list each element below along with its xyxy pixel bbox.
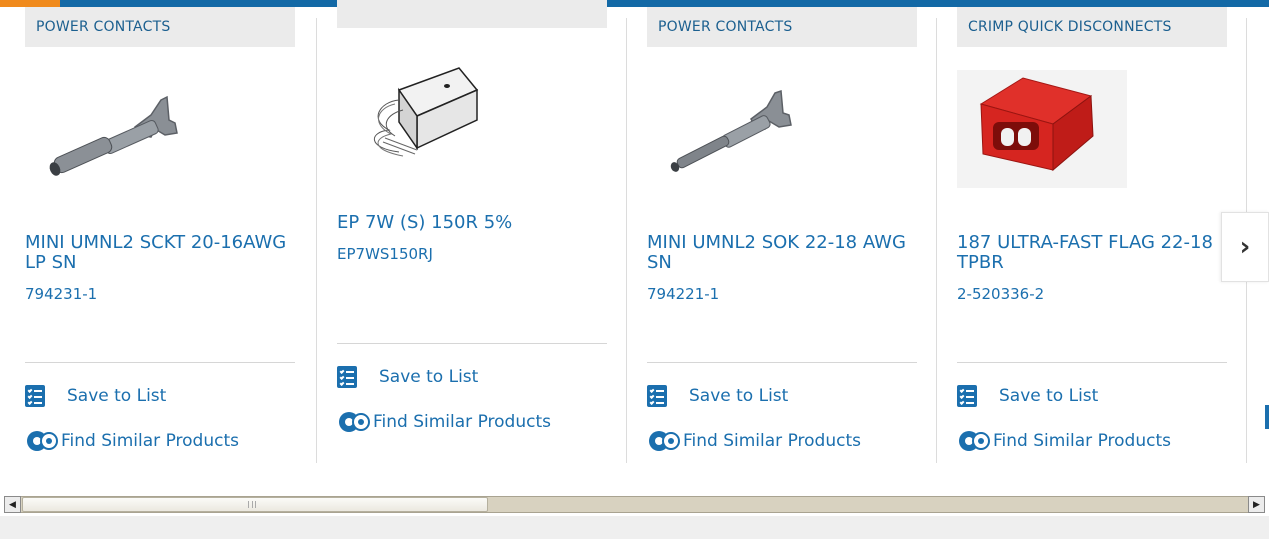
product-title[interactable]: 187 ULTRA-FAST FLAG 22-18 TPBR [957,233,1227,273]
scrollbar-thumb[interactable] [22,497,488,512]
find-similar-products-button[interactable]: Find Similar Products [25,430,239,452]
save-to-list-label: Save to List [689,386,789,406]
card-divider [25,362,295,363]
find-similar-products-button[interactable]: Find Similar Products [957,430,1171,452]
product-card: POWER CONTACTS MINI UMNL2 SOK 22-18 AWG … [647,0,919,466]
card-divider [957,362,1227,363]
carousel-next-button[interactable]: › [1221,212,1269,282]
horizontal-scrollbar[interactable]: ◀ ▶ [0,493,1269,516]
category-label[interactable]: POWER CONTACTS [647,7,917,47]
product-card: CRIMP QUICK DISCONNECTS 187 ULTRA-FAST F… [957,0,1229,466]
card-divider [647,362,917,363]
gears-icon [959,431,990,451]
product-card: EP 7W (S) 150R 5% EP7WS150RJ Save to Lis… [337,0,609,466]
category-label[interactable]: CRIMP QUICK DISCONNECTS [957,7,1227,47]
checklist-icon [647,385,667,407]
part-number[interactable]: 2-520336-2 [957,285,1044,303]
scroll-left-button[interactable]: ◀ [4,496,21,513]
product-title[interactable]: MINI UMNL2 SCKT 20-16AWG LP SN [25,233,295,273]
product-thumbnail[interactable] [43,85,193,185]
gears-icon [649,431,680,451]
product-title[interactable]: MINI UMNL2 SOK 22-18 AWG SN [647,233,917,273]
product-thumbnail[interactable] [669,85,819,185]
category-label[interactable]: POWER CONTACTS [25,7,295,47]
card-divider [337,343,607,344]
product-thumbnail[interactable] [359,60,499,160]
save-to-list-label: Save to List [999,386,1099,406]
partial-card-save-icon [1265,405,1269,429]
save-to-list-button[interactable]: Save to List [25,385,166,407]
find-similar-products-button[interactable]: Find Similar Products [337,411,551,433]
checklist-icon [957,385,977,407]
card-separator [936,18,937,463]
card-separator [316,18,317,463]
part-number[interactable]: EP7WS150RJ [337,245,433,263]
scroll-right-button[interactable]: ▶ [1248,496,1265,513]
product-card: POWER CONTACTS MINI UMNL2 SCKT 20-16AWG … [25,0,297,466]
gears-icon [27,431,58,451]
save-to-list-button[interactable]: Save to List [647,385,788,407]
footer-band [0,516,1269,539]
scrollbar-grip [248,501,256,508]
find-similar-label: Find Similar Products [683,431,861,451]
card-separator [626,18,627,463]
part-number[interactable]: 794221-1 [647,285,719,303]
part-number[interactable]: 794231-1 [25,285,97,303]
find-similar-products-button[interactable]: Find Similar Products [647,430,861,452]
save-to-list-button[interactable]: Save to List [957,385,1098,407]
find-similar-label: Find Similar Products [373,412,551,432]
product-thumbnail[interactable] [957,70,1127,188]
save-to-list-label: Save to List [379,367,479,387]
save-to-list-button[interactable]: Save to List [337,366,478,388]
chevron-right-icon: › [1239,232,1251,262]
save-to-list-label: Save to List [67,386,167,406]
gears-icon [339,412,370,432]
checklist-icon [25,385,45,407]
find-similar-label: Find Similar Products [61,431,239,451]
product-title[interactable]: EP 7W (S) 150R 5% [337,213,607,233]
checklist-icon [337,366,357,388]
find-similar-label: Find Similar Products [993,431,1171,451]
arrow-left-icon: ◀ [9,499,16,510]
category-label[interactable] [337,0,607,28]
arrow-right-icon: ▶ [1253,499,1260,510]
